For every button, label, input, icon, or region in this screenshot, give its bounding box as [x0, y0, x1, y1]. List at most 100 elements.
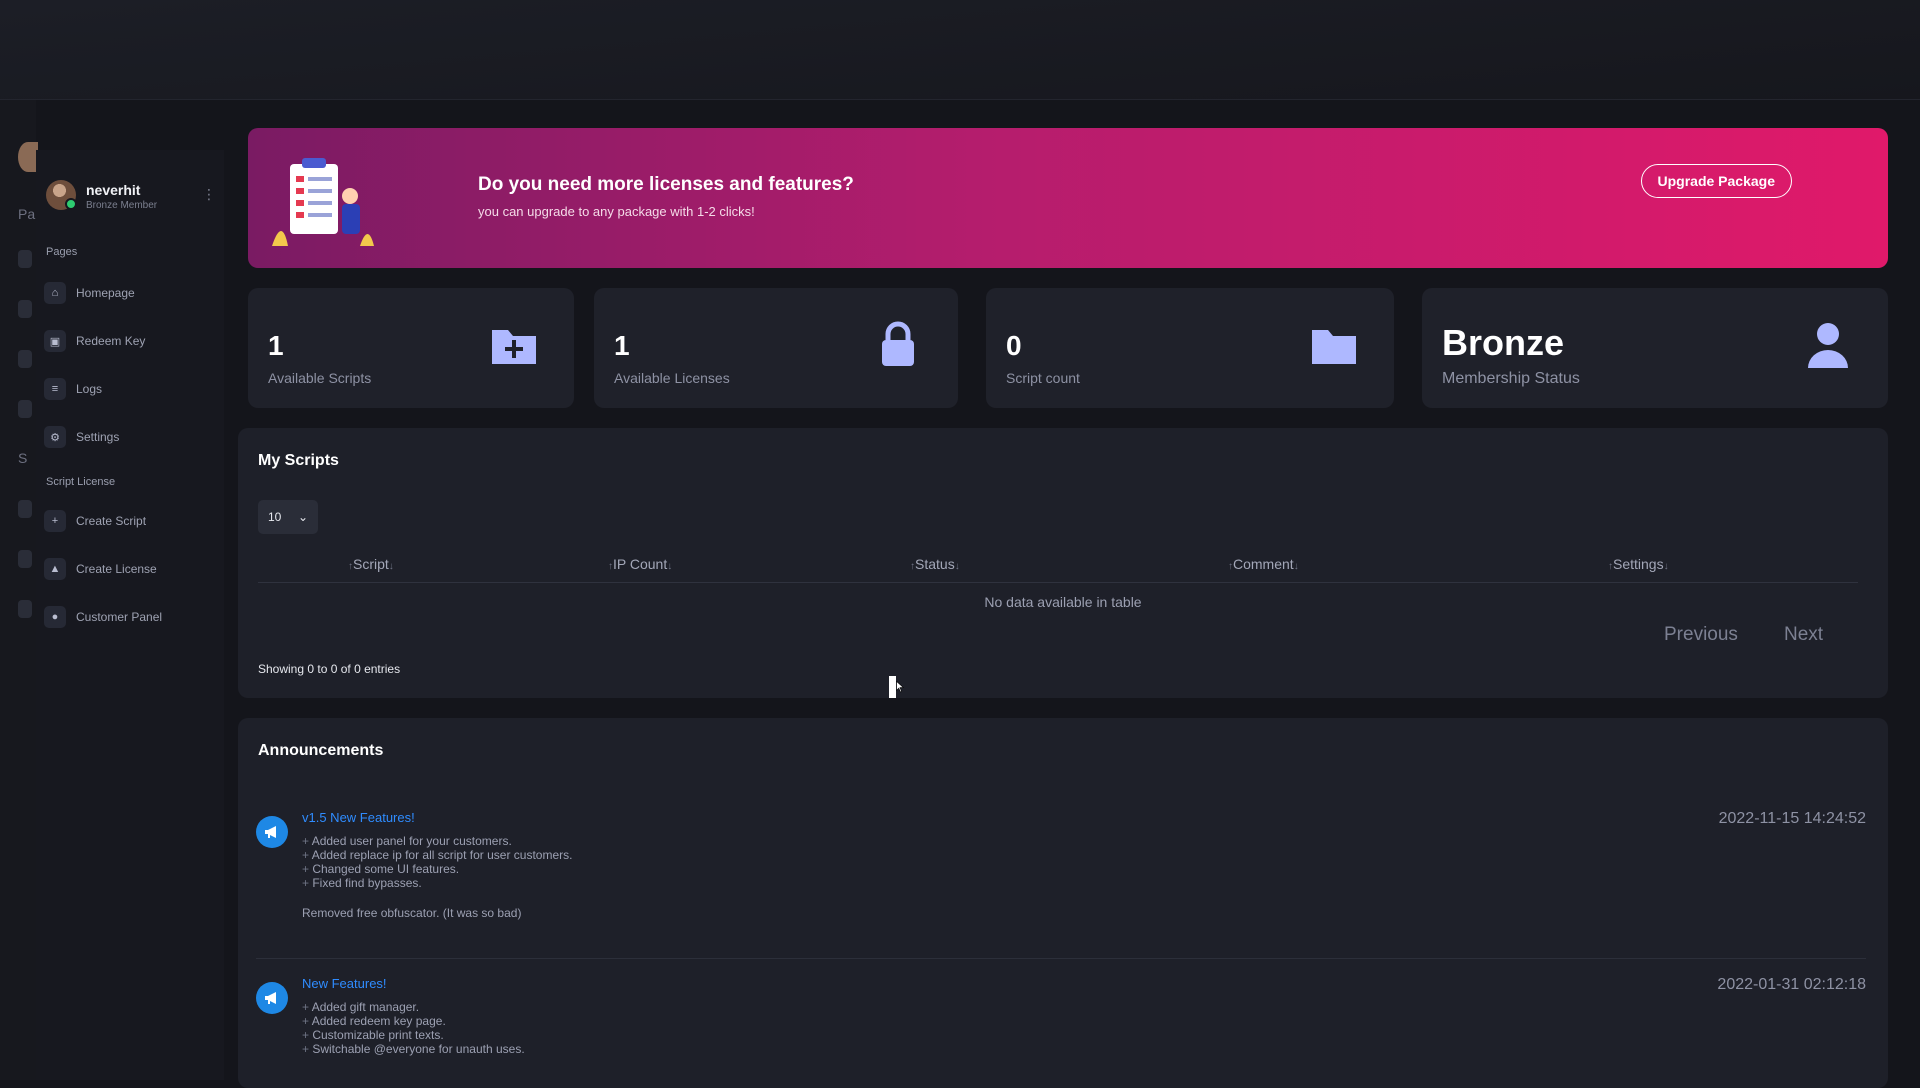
list-item: Added redeem key page. [302, 1014, 525, 1028]
column-header-ip-count[interactable]: ↑IP Count↓ [608, 556, 672, 572]
sidebar-item-logs[interactable]: ≡ Logs [44, 376, 214, 402]
announcement-item: New Features! 2022-01-31 02:12:18 Added … [256, 976, 1866, 1086]
stat-card-available-scripts: 1 Available Scripts [248, 288, 574, 408]
column-header-status[interactable]: ↑Status↓ [910, 556, 960, 572]
sort-icon: ↓ [667, 561, 673, 572]
rail-label: S [18, 450, 28, 466]
next-page-button[interactable]: Next [1784, 624, 1823, 646]
sidebar-item-label: Homepage [76, 286, 135, 300]
list-item: Added user panel for your customers. [302, 834, 572, 848]
plus-folder-icon [492, 330, 536, 364]
sidebar-item-label: Create License [76, 562, 157, 576]
rail-icon[interactable] [18, 350, 32, 368]
stat-value: Bronze [1442, 322, 1565, 363]
sidebar-item-create-script[interactable]: + Create Script [44, 508, 214, 534]
announcement-title[interactable]: v1.5 New Features! [302, 810, 415, 825]
announcement-changes: Added user panel for your customers. Add… [302, 834, 573, 890]
top-bar [0, 0, 1920, 100]
announcement-title[interactable]: New Features! [302, 976, 387, 991]
stat-label: Script count [1006, 370, 1080, 386]
sidebar-section-script-license: Script License [46, 476, 116, 488]
panel-title: My Scripts [258, 452, 339, 469]
column-header-script[interactable]: ↑Script↓ [348, 556, 394, 572]
stat-label: Available Licenses [614, 370, 730, 386]
plus-square-icon: + [44, 510, 66, 532]
stat-card-script-count: 0 Script count [986, 288, 1394, 408]
user-icon [1808, 323, 1848, 368]
rail-label: Pa [18, 206, 36, 222]
sort-icon: ↓ [1293, 561, 1299, 572]
sidebar-item-customer-panel[interactable]: ● Customer Panel [44, 604, 214, 630]
rail-icon[interactable] [18, 400, 32, 418]
panel-title: Announcements [258, 742, 384, 759]
banner-subtitle: you can upgrade to any package with 1-2 … [478, 204, 755, 219]
user-profile[interactable]: neverhit Bronze Member ⋮ [46, 180, 216, 220]
list-item: Fixed find bypasses. [302, 876, 572, 890]
page-length-select[interactable]: 10 ⌄ [258, 500, 318, 534]
column-header-settings[interactable]: ↑Settings↓ [1608, 556, 1669, 572]
stat-card-membership-status: Bronze Membership Status [1422, 288, 1888, 408]
sidebar-item-label: Create Script [76, 514, 147, 528]
stat-value: 1 [268, 330, 284, 361]
megaphone-icon [256, 816, 288, 848]
lock-icon: ▲ [44, 558, 66, 580]
announcement-date: 2022-11-15 14:24:52 [1718, 810, 1866, 827]
stat-value: 0 [1006, 330, 1022, 361]
rail-avatar [18, 142, 38, 172]
user-icon: ● [44, 606, 66, 628]
list-item: Changed some UI features. [302, 862, 572, 876]
banner-title: Do you need more licenses and features? [478, 174, 854, 195]
rail-icon[interactable] [18, 500, 32, 518]
stat-label: Available Scripts [268, 370, 372, 386]
rail-icon[interactable] [18, 550, 32, 568]
sidebar: neverhit Bronze Member ⋮ Pages ⌂ Homepag… [36, 150, 224, 1080]
sort-icon: ↓ [954, 561, 960, 572]
sidebar-item-label: Customer Panel [76, 610, 163, 624]
previous-page-button[interactable]: Previous [1664, 624, 1738, 646]
stat-value: 1 [614, 330, 630, 361]
sidebar-item-label: Redeem Key [76, 334, 146, 348]
sidebar-item-homepage[interactable]: ⌂ Homepage [44, 280, 214, 306]
sidebar-item-create-license[interactable]: ▲ Create License [44, 556, 214, 582]
rail-icon[interactable] [18, 600, 32, 618]
gift-icon: ▣ [44, 330, 66, 352]
home-icon: ⌂ [44, 282, 66, 304]
stat-label: Membership Status [1442, 370, 1580, 387]
table-divider [258, 582, 1858, 583]
checklist-illustration-icon [272, 158, 374, 246]
megaphone-icon [256, 982, 288, 1014]
chevron-down-icon: ⌄ [297, 510, 308, 524]
column-header-comment[interactable]: ↑Comment↓ [1228, 556, 1299, 572]
stat-card-available-licenses: 1 Available Licenses [594, 288, 958, 408]
file-icon: ≡ [44, 378, 66, 400]
mouse-cursor-icon [889, 676, 905, 698]
rail-icon[interactable] [18, 250, 32, 268]
upgrade-banner: Do you need more licenses and features? … [248, 128, 1888, 268]
sort-icon: ↓ [388, 561, 394, 572]
announcement-item: v1.5 New Features! 2022-11-15 14:24:52 A… [256, 810, 1866, 940]
gear-icon: ⚙ [44, 426, 66, 448]
more-vertical-icon[interactable]: ⋮ [202, 186, 216, 203]
empty-table-message: No data available in table [984, 594, 1142, 610]
announcement-date: 2022-01-31 02:12:18 [1717, 976, 1866, 993]
sidebar-item-label: Settings [76, 430, 120, 444]
upgrade-package-button[interactable]: Upgrade Package [1640, 164, 1792, 198]
announcements-panel: Announcements v1.5 New Features! 2022-11… [238, 718, 1888, 1088]
sort-icon: ↓ [1663, 561, 1669, 572]
sidebar-item-redeem-key[interactable]: ▣ Redeem Key [44, 328, 214, 354]
sidebar-item-settings[interactable]: ⚙ Settings [44, 424, 214, 450]
announcement-changes: Added gift manager. Added redeem key pag… [302, 1000, 525, 1056]
my-scripts-panel: My Scripts 10 ⌄ ↑Script↓ ↑IP Count↓ ↑Sta… [238, 428, 1888, 698]
list-item: Added replace ip for all script for user… [302, 848, 573, 862]
announcement-divider [256, 958, 1866, 959]
avatar[interactable] [46, 180, 77, 210]
page-length-value: 10 [268, 510, 282, 524]
user-role: Bronze Member [86, 200, 158, 211]
folder-icon [1312, 330, 1356, 364]
collapsed-rail: Pa S [0, 100, 38, 1080]
rail-icon[interactable] [18, 300, 32, 318]
announcement-note: Removed free obfuscator. (It was so bad) [302, 906, 522, 920]
list-item: Switchable @everyone for unauth uses. [302, 1042, 524, 1056]
sidebar-item-label: Logs [76, 382, 103, 396]
user-name: neverhit [86, 182, 141, 198]
